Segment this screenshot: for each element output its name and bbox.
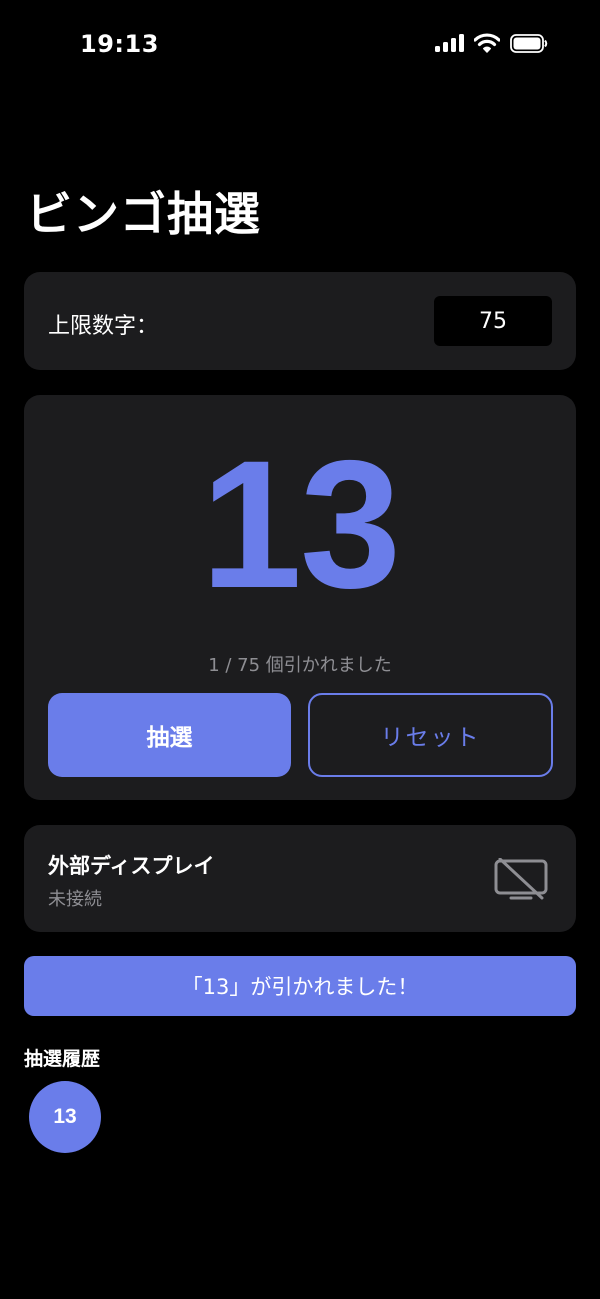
- wifi-icon: [474, 33, 500, 53]
- limit-input[interactable]: [434, 296, 552, 346]
- history-heading: 抽選履歴: [24, 1048, 101, 1070]
- external-display-title: 外部ディスプレイ: [48, 854, 215, 878]
- limit-label: 上限数字：: [48, 314, 159, 339]
- draw-toast: 「13」が引かれました！: [24, 956, 576, 1016]
- limit-card: 上限数字：: [24, 272, 576, 370]
- cellular-signal-icon: [435, 34, 464, 52]
- status-time: 19:13: [80, 30, 159, 58]
- current-number: 13: [200, 422, 401, 626]
- page-title: ビンゴ抽選: [26, 187, 261, 241]
- battery-icon: [510, 33, 548, 53]
- history-list: 13: [29, 1081, 101, 1153]
- status-icons: [435, 33, 548, 53]
- draw-button[interactable]: 抽選: [48, 693, 291, 777]
- history-chip: 13: [29, 1081, 101, 1153]
- progress-text: 1 / 75 個引かれました: [208, 655, 392, 676]
- external-display-status: 未接続: [48, 889, 102, 910]
- draw-card: 13 1 / 75 個引かれました 抽選 リセット: [24, 395, 576, 800]
- reset-button[interactable]: リセット: [308, 693, 553, 777]
- status-bar: 19:13: [0, 0, 600, 92]
- display-disconnected-icon: [494, 858, 548, 900]
- external-display-card[interactable]: 外部ディスプレイ 未接続: [24, 825, 576, 932]
